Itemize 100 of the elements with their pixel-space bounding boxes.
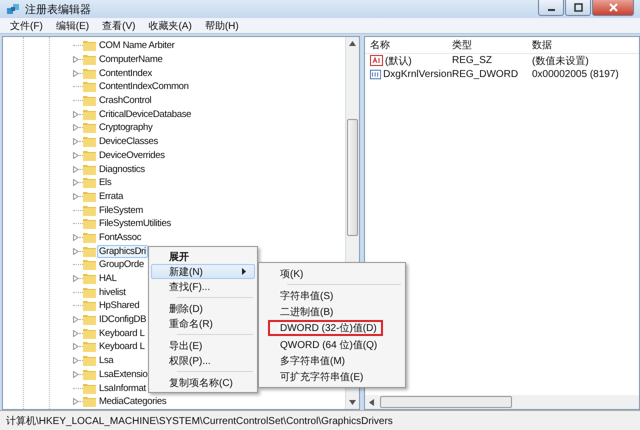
scroll-thumb[interactable] [347,119,358,236]
expand-icon[interactable] [73,248,79,255]
expand-icon[interactable] [73,152,79,159]
tree-item[interactable]: Diagnostics [97,162,147,176]
tree-item[interactable]: FileSystemUtilities [97,217,173,230]
expand-icon[interactable] [73,124,79,132]
folder-icon [83,218,96,230]
folder-icon [83,68,96,79]
menu-item[interactable]: 复制项名称(C) [151,375,255,390]
value-type: REG_DWORD [452,68,520,80]
minimize-button[interactable] [538,0,564,16]
cubes-icon [6,2,20,16]
menu-item[interactable]: 编辑(E) [56,18,90,32]
folder-icon [83,328,96,339]
menu-item[interactable]: 项(K) [269,266,312,281]
expand-icon[interactable] [73,316,79,324]
expand-icon[interactable] [73,357,79,364]
expand-icon[interactable] [73,398,79,406]
folder-icon [83,40,96,52]
folder-icon [83,54,96,66]
tree-item[interactable]: FileSystem [97,204,145,217]
value-name[interactable]: DxgKrnlVersion [383,68,452,80]
maximize-button[interactable] [565,0,591,16]
value-name[interactable]: (默认) [385,54,412,68]
scrollbar[interactable] [365,395,639,409]
folder-icon [83,246,96,257]
folder-icon [83,396,96,408]
column-header[interactable]: 类型 [452,38,532,52]
menu-item[interactable]: 导出(E) [151,338,255,353]
expand-icon[interactable] [73,110,79,118]
expand-icon[interactable] [73,192,79,200]
tree-item[interactable]: CriticalDeviceDatabase [97,108,194,121]
folder-icon [83,382,96,394]
tree-item[interactable]: IDConfigDB [97,313,148,326]
tree-item[interactable]: DeviceClasses [97,135,160,148]
expand-icon[interactable] [73,275,79,282]
menu-item[interactable]: 帮助(H) [204,18,239,32]
menu-item[interactable]: 查看(V) [102,18,136,32]
tree-item[interactable]: Keyboard L [97,340,147,354]
folder-icon [83,95,96,106]
menu-item[interactable]: 新建(N) [151,264,255,279]
tree-item[interactable]: MediaCategories [97,395,168,408]
tree-item[interactable]: ComputerName [97,53,164,66]
tree-item[interactable]: FontAssoc [97,230,144,244]
expand-icon[interactable] [73,343,79,350]
menu-item[interactable]: 收藏夹(A) [148,18,192,32]
tree-item[interactable]: CrashControl [97,94,154,108]
column-header[interactable]: 数据 [532,38,639,52]
folder-icon [83,259,96,270]
menu-item[interactable]: 可扩充字符串值(E) [269,369,372,384]
menu-item[interactable]: 重命名(R) [151,316,255,331]
scroll-down-icon[interactable] [349,400,356,405]
value-type: REG_SZ [452,55,494,66]
value-data: (数值未设置) [532,54,590,68]
menu-item[interactable]: 字符串值(S) [269,288,342,303]
expand-icon[interactable] [73,166,79,173]
menu-item[interactable]: 多字符串值(M) [269,353,354,368]
tree-item[interactable]: DeviceOverrides [97,148,167,162]
menu-item[interactable]: DWORD (32-位)值(D) [268,320,383,336]
menu-item[interactable]: 二进制值(B) [269,304,342,319]
expand-icon[interactable] [73,370,79,378]
expand-icon[interactable] [73,234,79,241]
scroll-up-icon[interactable] [349,41,356,46]
menu-item[interactable]: 展开 [151,249,255,264]
tree-item[interactable]: COM Name Arbiter [97,39,176,52]
status-bar: 计算机\HKEY_LOCAL_MACHINE\SYSTEM\CurrentControlSet\Control\GraphicsDrivers [0,410,640,430]
expand-icon[interactable] [73,179,79,186]
menu-item[interactable]: 权限(P)... [151,353,255,368]
string-value-icon [370,55,383,66]
tree-item[interactable]: Keyboard L [97,326,147,340]
scroll-left-icon[interactable] [369,398,374,406]
tree-item[interactable]: Els [97,176,114,190]
tree-item[interactable]: GraphicsDri [97,244,148,258]
menu-item[interactable]: 查找(F)... [151,279,255,294]
tree-item[interactable]: ContentIndex [97,66,154,80]
tree-item[interactable]: LsaExtensio [97,368,150,381]
tree-item[interactable]: hivelist [97,286,128,299]
tree-item[interactable]: Errata [97,190,126,203]
menu-item[interactable]: QWORD (64 位)值(Q) [269,337,386,352]
expand-icon[interactable] [73,70,79,77]
scroll-thumb[interactable] [380,396,512,408]
expand-icon[interactable] [73,56,79,64]
menu-item[interactable]: 删除(D) [151,301,255,316]
folder-icon [83,232,96,243]
menu-item[interactable]: 文件(F) [10,18,43,32]
maximize-icon [574,3,582,12]
tree-item[interactable]: Cryptography [97,121,154,134]
folder-icon [83,150,96,161]
tree-item[interactable]: HAL [97,272,119,286]
close-button[interactable] [592,0,634,16]
tree-item[interactable]: LsaInformat [97,382,148,395]
expand-icon[interactable] [73,330,79,337]
column-header[interactable]: 名称 [365,38,452,52]
tree-item[interactable]: HpShared [97,299,142,312]
tree-item[interactable]: Lsa [97,354,116,368]
window-title: 注册表编辑器 [25,2,91,16]
expand-icon[interactable] [73,138,79,146]
folder-icon [83,177,96,188]
tree-item[interactable]: ContentIndexCommon [97,80,191,94]
tree-item[interactable]: GroupOrde [97,258,146,272]
